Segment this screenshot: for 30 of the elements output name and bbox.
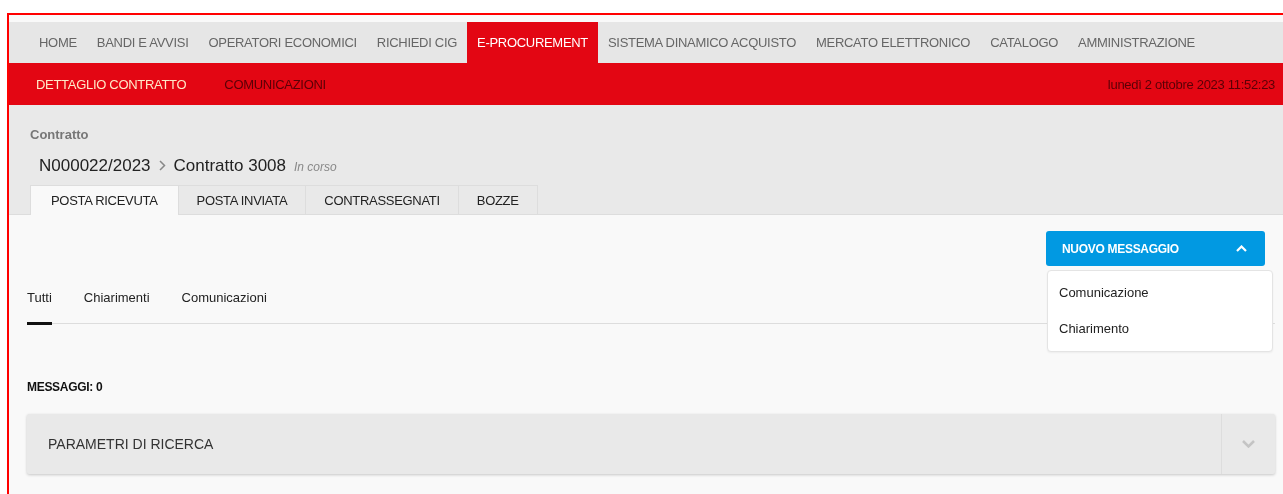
message-count: MESSAGGI: 0: [27, 380, 104, 394]
nav-item[interactable]: SISTEMA DINAMICO ACQUISTO: [598, 22, 806, 63]
mail-tab[interactable]: BOZZE: [457, 185, 538, 214]
panel-title: PARAMETRI DI RICERCA: [47, 436, 215, 452]
filter-tab[interactable]: Chiarimenti: [83, 290, 150, 325]
sub-nav-item[interactable]: COMUNICAZIONI: [224, 76, 326, 92]
chevron-right-icon: [158, 160, 166, 171]
menu-item[interactable]: Comunicazione: [1048, 275, 1272, 311]
nav-item[interactable]: MERCATO ELETTRONICO: [806, 22, 981, 63]
filter-tab[interactable]: Tutti: [27, 290, 52, 325]
filter-tab[interactable]: Comunicazioni: [181, 290, 267, 325]
contract-status: In corso: [294, 160, 337, 174]
new-message-button[interactable]: NUOVO MESSAGGIO: [1046, 231, 1265, 266]
nav-item[interactable]: RICHIEDI CIG: [366, 22, 468, 63]
sub-nav-item[interactable]: DETTAGLIO CONTRATTO: [36, 76, 187, 92]
menu-item[interactable]: Chiarimento: [1048, 311, 1272, 347]
contract-title: Contratto 3008: [173, 156, 286, 176]
nav-item[interactable]: HOME: [29, 22, 87, 63]
chevron-down-icon[interactable]: [1242, 440, 1255, 448]
mail-tab[interactable]: POSTA RICEVUTA: [30, 185, 179, 215]
nav-item[interactable]: CATALOGO: [980, 22, 1069, 63]
nav-item[interactable]: E-PROCUREMENT: [467, 22, 598, 63]
search-panel[interactable]: PARAMETRI DI RICERCA: [27, 414, 1275, 474]
date-time: lunedì 2 ottobre 2023 11:52:23: [1107, 76, 1275, 92]
nav-item[interactable]: OPERATORI ECONOMICI: [198, 22, 367, 63]
nav-item[interactable]: BANDI E AVVISI: [86, 22, 199, 63]
chevron-up-icon: [1236, 245, 1247, 252]
contract-code: N000022/2023: [39, 156, 151, 176]
page-caption: Contratto: [30, 127, 90, 142]
nav-item[interactable]: AMMINISTRAZIONE: [1068, 22, 1205, 63]
